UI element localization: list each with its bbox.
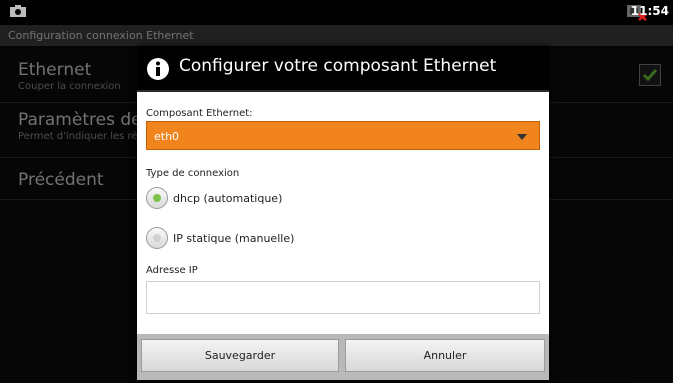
camera-icon: [10, 5, 26, 17]
connection-type-label: Type de connexion: [146, 168, 240, 179]
dialog-body[interactable]: Composant Ethernet: eth0 Type de connexi…: [137, 92, 549, 334]
status-time: 11:54: [630, 4, 669, 18]
cancel-button[interactable]: Annuler: [345, 339, 545, 372]
info-icon: [147, 58, 169, 80]
radio-unselected-icon: [146, 227, 168, 249]
save-button[interactable]: Sauvegarder: [141, 339, 339, 372]
dialog-header: Configurer votre composant Ethernet: [137, 46, 549, 92]
ip-address-input[interactable]: [146, 281, 540, 314]
dialog-title: Configurer votre composant Ethernet: [179, 56, 497, 76]
dialog-footer: Sauvegarder Annuler: [137, 334, 549, 380]
status-bar: 11:54: [0, 0, 673, 25]
component-value: eth0: [154, 130, 180, 143]
dropdown-arrow-icon: [517, 134, 527, 140]
ip-label: Adresse IP: [146, 265, 198, 276]
ethernet-config-dialog: Configurer votre composant Ethernet Comp…: [137, 46, 549, 380]
radio-dhcp-label: dhcp (automatique): [173, 192, 283, 205]
component-label: Composant Ethernet:: [146, 108, 253, 119]
radio-static-label: IP statique (manuelle): [173, 232, 295, 245]
radio-selected-icon: [146, 187, 168, 209]
component-spinner[interactable]: eth0: [146, 121, 540, 150]
